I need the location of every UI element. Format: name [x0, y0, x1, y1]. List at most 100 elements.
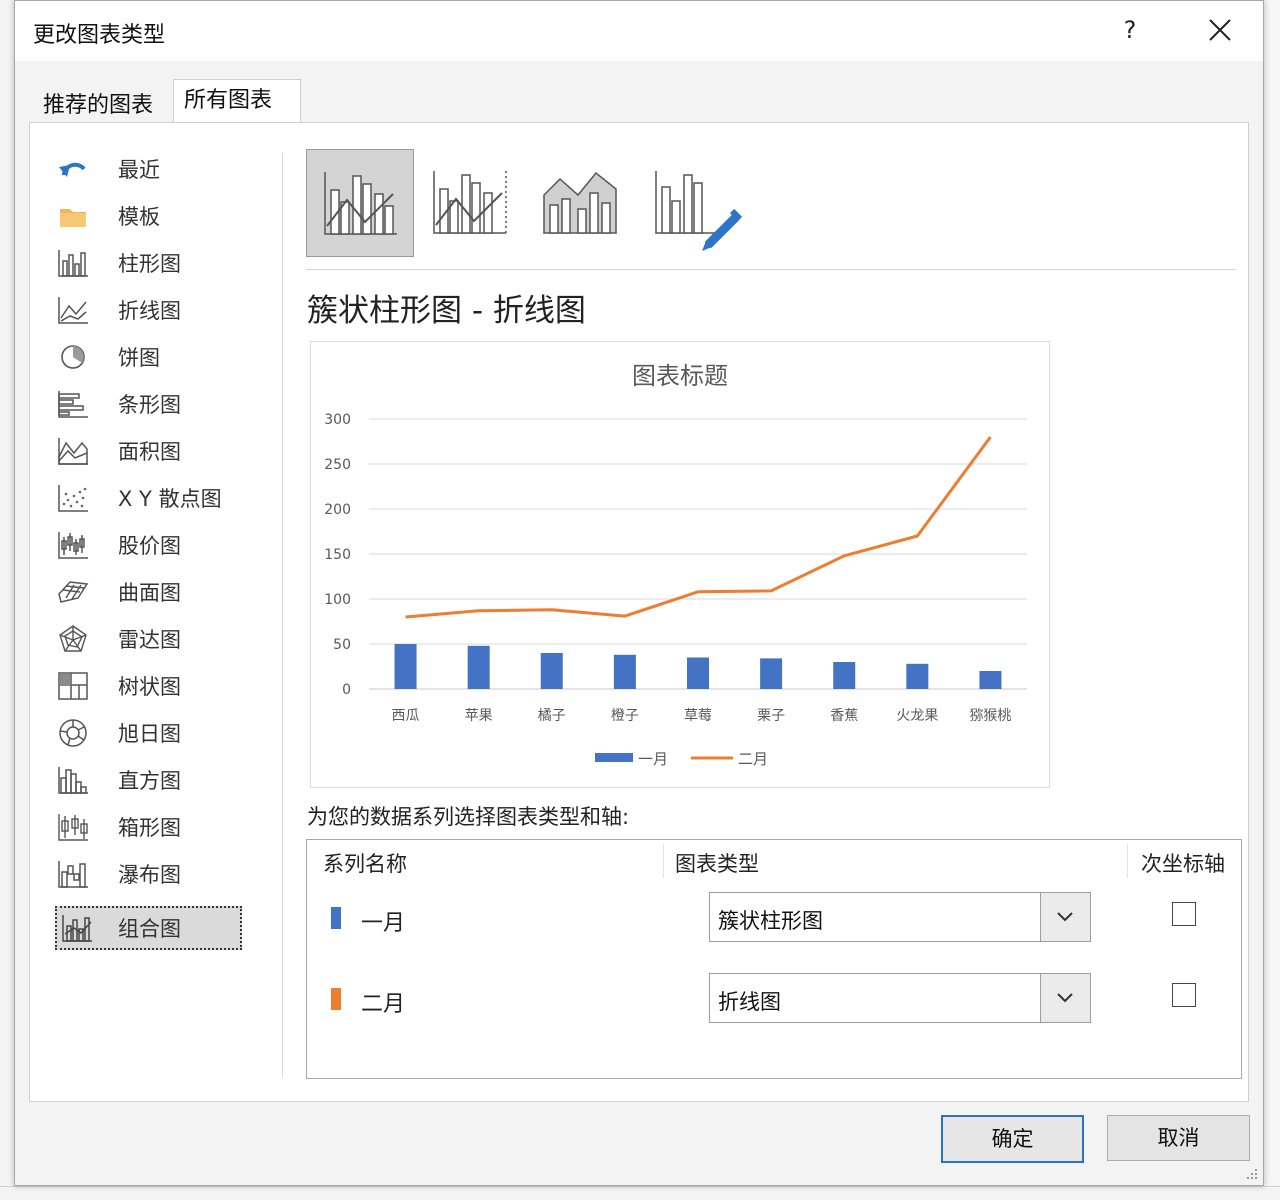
bar — [613, 654, 636, 689]
header-secondary-axis: 次坐标轴 — [1141, 852, 1225, 876]
close-button[interactable] — [1203, 13, 1237, 47]
sidebar-item-stock[interactable]: 股价图 — [56, 523, 242, 567]
chart-type-dropdown-jan[interactable]: 簇状柱形图 — [709, 892, 1091, 942]
close-icon — [1209, 19, 1231, 41]
series-name: 一月 — [361, 911, 406, 936]
preview-chart: 图表标题 0 50 100 150 200 250 300 西瓜 苹果 橘子 橙子 草莓 栗子 香蕉 火龙果 猕… — [324, 362, 1027, 768]
bar — [687, 657, 709, 689]
legend-label: 一月 — [638, 750, 668, 768]
column-chart-icon — [58, 250, 88, 277]
area-chart-icon — [58, 438, 88, 465]
y-tick-label: 300 — [324, 412, 351, 428]
bar-chart-icon — [58, 391, 88, 418]
sidebar-item-recent[interactable]: 最近 — [56, 147, 242, 191]
series-name: 二月 — [361, 992, 406, 1017]
ok-button[interactable]: 确定 — [941, 1115, 1084, 1163]
sidebar-item-label: 曲面图 — [118, 581, 181, 605]
y-tick-label: 250 — [324, 457, 351, 473]
sidebar-item-line[interactable]: 折线图 — [56, 288, 242, 332]
sidebar-item-label: 面积图 — [118, 440, 181, 464]
clustered-column-line-icon — [324, 172, 397, 235]
sidebar-item-label: 饼图 — [118, 346, 160, 370]
sidebar-item-sunburst[interactable]: 旭日图 — [56, 711, 242, 755]
chart-type-dropdown-feb[interactable]: 折线图 — [709, 973, 1091, 1023]
title-bar: 更改图表类型 ? — [15, 1, 1263, 61]
chevron-down-icon — [1057, 993, 1073, 1003]
resize-grip-icon[interactable] — [1245, 1167, 1259, 1181]
surface-chart-icon — [58, 581, 89, 603]
secondary-axis-checkbox-feb[interactable] — [1172, 983, 1196, 1007]
sidebar-item-label: 雷达图 — [118, 628, 181, 652]
y-tick-label: 150 — [324, 547, 351, 563]
help-button[interactable]: ? — [1115, 13, 1145, 47]
cancel-button[interactable]: 取消 — [1107, 1115, 1250, 1161]
x-tick-label: 火龙果 — [896, 708, 938, 724]
folder-icon — [60, 209, 86, 227]
subtype-clustered-column-line[interactable] — [306, 149, 414, 257]
bar — [467, 645, 490, 689]
bar — [833, 662, 856, 689]
x-tick-label: 栗子 — [757, 708, 785, 724]
x-tick-label: 猕猴桃 — [969, 708, 1011, 724]
subtype-clustered-column-line-secondary-axis[interactable] — [416, 149, 524, 257]
x-tick-label: 橘子 — [538, 708, 566, 724]
gallery-divider — [306, 269, 1236, 270]
sidebar-item-label: 折线图 — [118, 299, 181, 323]
legend-label: 二月 — [738, 750, 768, 768]
stock-chart-icon — [58, 532, 88, 559]
bar — [760, 658, 783, 689]
sidebar-item-column[interactable]: 柱形图 — [56, 241, 242, 285]
tab-all-charts[interactable]: 所有图表 — [173, 79, 301, 123]
bar — [979, 671, 1002, 689]
stacked-area-clustered-column-icon — [543, 171, 617, 234]
sidebar-item-pie[interactable]: 饼图 — [56, 335, 242, 379]
sidebar-item-area[interactable]: 面积图 — [56, 429, 242, 473]
sidebar-item-combo[interactable]: 组合图 — [55, 906, 242, 950]
sidebar-item-label: 旭日图 — [118, 722, 181, 746]
dropdown-arrow[interactable] — [1040, 974, 1090, 1022]
treemap-chart-icon — [58, 672, 88, 700]
bar — [906, 663, 929, 689]
subtype-stacked-area-clustered-column[interactable] — [526, 149, 634, 257]
sidebar-item-treemap[interactable]: 树状图 — [56, 664, 242, 708]
dropdown-value: 折线图 — [718, 990, 781, 1014]
tab-recommended-charts[interactable]: 推荐的图表 — [33, 85, 175, 127]
sidebar-item-bar[interactable]: 条形图 — [56, 382, 242, 426]
x-tick-label: 草莓 — [684, 708, 712, 724]
sidebar-item-histogram[interactable]: 直方图 — [56, 758, 242, 802]
all-charts-panel: 最近 模板 柱形图 折线图 饼图 条形图 面积图 X Y 散点图 股价图 曲面图… — [29, 122, 1249, 1102]
sidebar-item-radar[interactable]: 雷达图 — [56, 617, 242, 661]
dialog-title: 更改图表类型 — [33, 23, 166, 48]
header-series-name: 系列名称 — [323, 852, 407, 876]
chart-title: 图表标题 — [632, 362, 728, 390]
sidebar-item-label: 股价图 — [118, 534, 181, 558]
bar — [394, 644, 417, 689]
change-chart-type-dialog: 更改图表类型 ? 推荐的图表 所有图表 最近 模板 柱形图 折线图 饼图 条形图… — [14, 0, 1264, 1186]
histogram-chart-icon — [58, 767, 88, 794]
sidebar-item-templates[interactable]: 模板 — [56, 194, 242, 238]
dropdown-arrow[interactable] — [1040, 893, 1090, 941]
sunburst-chart-icon — [59, 719, 87, 747]
dropdown-value: 簇状柱形图 — [718, 909, 823, 933]
sidebar-item-box-whisker[interactable]: 箱形图 — [56, 805, 242, 849]
header-separator — [663, 844, 664, 878]
box-chart-icon — [58, 814, 88, 841]
sidebar-item-label: 最近 — [118, 158, 160, 182]
sidebar-item-surface[interactable]: 曲面图 — [56, 570, 242, 614]
chart-preview: 图表标题 0 50 100 150 200 250 300 西瓜 苹果 橘子 橙子 草莓 栗子 香蕉 火龙果 猕… — [310, 341, 1050, 788]
header-chart-type: 图表类型 — [675, 852, 759, 876]
panel-divider — [282, 153, 283, 1077]
sidebar-item-label: X Y 散点图 — [118, 487, 222, 511]
bar — [540, 653, 563, 689]
sidebar-item-label: 柱形图 — [118, 252, 181, 276]
sidebar-item-label: 树状图 — [118, 675, 181, 699]
spreadsheet-background-bottom — [0, 1186, 1280, 1200]
secondary-axis-checkbox-jan[interactable] — [1172, 902, 1196, 926]
line-chart-icon — [58, 297, 88, 324]
sidebar-item-waterfall[interactable]: 瀑布图 — [56, 852, 242, 896]
sidebar-item-scatter[interactable]: X Y 散点图 — [56, 476, 242, 520]
custom-combination-icon — [655, 171, 743, 251]
header-separator — [1127, 844, 1128, 878]
chart-type-title: 簇状柱形图 - 折线图 — [307, 293, 586, 329]
subtype-custom-combination[interactable] — [636, 149, 744, 257]
